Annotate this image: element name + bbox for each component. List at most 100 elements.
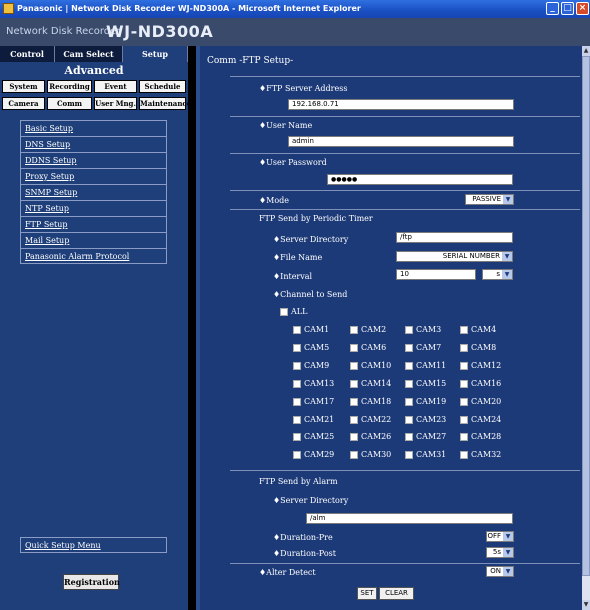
alter-detect-select[interactable]: ON ▼ <box>486 566 514 577</box>
user-name-label: ♦User Name <box>259 121 313 130</box>
menu-panasonic-alarm-protocol[interactable]: Panasonic Alarm Protocol <box>20 248 167 264</box>
menu-ddns-setup[interactable]: DDNS Setup <box>20 152 167 168</box>
cam-checkbox[interactable]: CAM12 <box>460 361 501 370</box>
cam-checkbox[interactable]: CAM7 <box>405 343 441 352</box>
cam-checkbox[interactable]: CAM11 <box>405 361 446 370</box>
cam-checkbox[interactable]: CAM22 <box>350 415 391 424</box>
file-name-select[interactable]: SERIAL NUMBER ▼ <box>396 251 513 262</box>
checkbox-icon <box>405 451 413 460</box>
vertical-scrollbar[interactable]: ▲ ▼ <box>582 46 590 610</box>
maximize-button[interactable]: □ <box>561 2 574 15</box>
recording-button[interactable]: Recording <box>47 80 92 93</box>
main-tabs: Control Cam Select Setup <box>0 46 188 62</box>
cam-label: CAM32 <box>471 450 502 460</box>
cam-checkbox[interactable]: CAM19 <box>405 397 446 406</box>
menu-snmp-setup[interactable]: SNMP Setup <box>20 184 167 200</box>
mode-select[interactable]: PASSIVE ▼ <box>465 194 514 205</box>
checkbox-icon <box>460 433 468 442</box>
schedule-button[interactable]: Schedule <box>139 80 186 93</box>
cam-checkbox[interactable]: CAM18 <box>350 397 391 406</box>
user-name-input[interactable]: admin <box>288 136 514 147</box>
menu-ftp-setup[interactable]: FTP Setup <box>20 216 167 232</box>
maintenance-button[interactable]: Maintenance <box>139 97 191 110</box>
checkbox-icon <box>460 379 468 388</box>
menu-dns-setup[interactable]: DNS Setup <box>20 136 167 152</box>
scroll-up-icon[interactable]: ▲ <box>582 46 590 56</box>
alarm-server-dir-input[interactable]: /alm <box>306 513 513 524</box>
interval-input[interactable]: 10 <box>396 269 476 280</box>
cam-checkbox[interactable]: CAM14 <box>350 379 391 388</box>
cam-checkbox[interactable]: CAM17 <box>293 397 334 406</box>
minimize-button[interactable]: _ <box>546 2 559 15</box>
cam-checkbox[interactable]: CAM30 <box>350 450 391 460</box>
menu-proxy-setup[interactable]: Proxy Setup <box>20 168 167 184</box>
comm-button[interactable]: Comm <box>47 97 92 110</box>
cam-checkbox[interactable]: CAM27 <box>405 432 446 442</box>
interval-unit-select[interactable]: s ▼ <box>482 269 513 280</box>
cam-checkbox[interactable]: CAM31 <box>405 450 446 460</box>
cam-checkbox[interactable]: CAM5 <box>293 343 329 352</box>
scroll-down-icon[interactable]: ▼ <box>582 600 590 610</box>
menu-ntp-setup[interactable]: NTP Setup <box>20 200 167 216</box>
tab-cam-select[interactable]: Cam Select <box>55 46 123 62</box>
menu-mail-setup[interactable]: Mail Setup <box>20 232 167 248</box>
user-password-input[interactable]: ●●●●● <box>327 174 513 185</box>
checkbox-icon <box>350 415 358 424</box>
cam-checkbox[interactable]: CAM6 <box>350 343 386 352</box>
cam-checkbox[interactable]: CAM20 <box>460 397 501 406</box>
duration-pre-select[interactable]: OFF ▼ <box>486 531 514 542</box>
cam-checkbox[interactable]: CAM9 <box>293 361 329 370</box>
cam-checkbox[interactable]: CAM8 <box>460 343 496 352</box>
cam-checkbox[interactable]: CAM32 <box>460 450 502 460</box>
cam-label: CAM11 <box>416 360 447 370</box>
system-button[interactable]: System <box>2 80 45 93</box>
cam-label: CAM26 <box>361 432 392 442</box>
alter-detect-label: ♦Alter Detect <box>259 568 316 577</box>
cam-checkbox[interactable]: CAM2 <box>350 325 386 334</box>
cam-checkbox[interactable]: CAM24 <box>460 415 501 424</box>
cam-label: CAM16 <box>471 378 502 388</box>
checkbox-icon <box>350 379 358 388</box>
close-button[interactable]: × <box>576 2 589 15</box>
clear-button[interactable]: CLEAR <box>379 587 414 600</box>
tab-control[interactable]: Control <box>0 46 55 62</box>
tab-setup[interactable]: Setup <box>123 46 188 62</box>
alarm-server-dir-label: ♦Server Directory <box>273 496 349 505</box>
cam-checkbox[interactable]: CAM10 <box>350 361 391 370</box>
quick-setup-menu-link[interactable]: Quick Setup Menu <box>20 537 167 553</box>
cam-checkbox[interactable]: CAM21 <box>293 415 334 424</box>
set-button[interactable]: SET <box>357 587 377 600</box>
cam-checkbox[interactable]: CAM4 <box>460 325 496 334</box>
all-checkbox[interactable]: ALL <box>280 307 307 316</box>
camera-button[interactable]: Camera <box>2 97 45 110</box>
checkbox-icon <box>280 308 288 316</box>
cam-label: CAM14 <box>361 378 392 388</box>
cam-checkbox[interactable]: CAM23 <box>405 415 446 424</box>
scroll-thumb[interactable] <box>582 56 590 576</box>
cam-checkbox[interactable]: CAM26 <box>350 432 392 442</box>
channel-to-send-label: ♦Channel to Send <box>273 290 348 299</box>
cam-checkbox[interactable]: CAM28 <box>460 432 501 442</box>
ftp-server-address-input[interactable]: 192.168.0.71 <box>288 99 514 110</box>
window-titlebar: Panasonic | Network Disk Recorder WJ-ND3… <box>0 0 590 18</box>
cam-checkbox[interactable]: CAM29 <box>293 450 334 460</box>
cam-checkbox[interactable]: CAM16 <box>460 379 501 388</box>
cam-checkbox[interactable]: CAM25 <box>293 432 334 442</box>
periodic-server-dir-input[interactable]: /ftp <box>396 232 513 243</box>
cam-checkbox[interactable]: CAM3 <box>405 325 441 334</box>
cam-checkbox[interactable]: CAM13 <box>293 379 334 388</box>
cam-label: CAM6 <box>361 342 387 352</box>
event-button[interactable]: Event <box>94 80 137 93</box>
user-mng-button[interactable]: User Mng. <box>94 97 137 110</box>
cam-label: CAM10 <box>361 360 392 370</box>
cam-checkbox[interactable]: CAM15 <box>405 379 446 388</box>
cam-label: CAM22 <box>361 414 392 424</box>
cam-checkbox[interactable]: CAM1 <box>293 325 329 334</box>
periodic-server-dir-label: ♦Server Directory <box>273 235 349 244</box>
divider <box>230 563 580 564</box>
menu-basic-setup[interactable]: Basic Setup <box>20 120 167 136</box>
duration-post-select[interactable]: 5s ▼ <box>486 547 514 558</box>
registration-button[interactable]: Registration <box>63 574 120 590</box>
checkbox-icon <box>293 397 301 406</box>
cam-label: CAM18 <box>361 396 392 406</box>
